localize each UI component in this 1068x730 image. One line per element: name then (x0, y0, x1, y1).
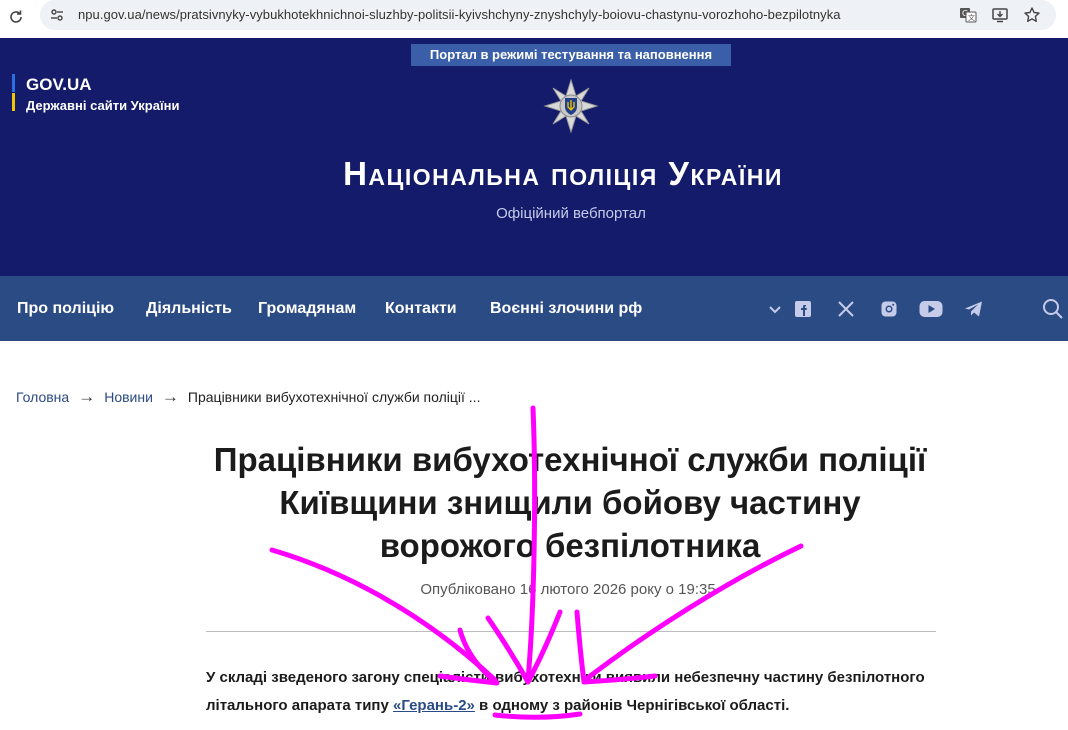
breadcrumb-news[interactable]: Новини (104, 389, 153, 405)
telegram-icon[interactable] (962, 297, 986, 321)
instagram-icon[interactable] (877, 297, 901, 321)
bookmark-star-icon[interactable] (1022, 5, 1042, 25)
reload-icon[interactable] (4, 5, 28, 29)
lead-text-end: в одному з районів Чернігівської області… (474, 697, 790, 714)
facebook-icon[interactable] (791, 297, 815, 321)
govua-flag-yellow (12, 93, 15, 111)
site-subtitle: Офіційний вебпортал (496, 205, 646, 222)
chevron-down-icon[interactable] (763, 297, 787, 321)
nav-item-citizens[interactable]: Громадянам (258, 300, 356, 318)
translate-icon[interactable]: G文 (958, 5, 978, 25)
address-bar[interactable]: npu.gov.ua/news/pratsivnyky-vybukhotekhn… (40, 0, 1056, 30)
url-text[interactable]: npu.gov.ua/news/pratsivnyky-vybukhotekhn… (78, 7, 841, 22)
govua-subtitle: Державні сайти України (26, 98, 180, 113)
svg-text:文: 文 (968, 13, 975, 22)
site-info-icon[interactable] (48, 6, 66, 24)
nav-item-about[interactable]: Про поліцію (17, 300, 114, 318)
testing-banner: Портал в режимі тестування та наповнення (411, 44, 731, 66)
browser-toolbar: npu.gov.ua/news/pratsivnyky-vybukhotekhn… (0, 0, 1068, 38)
govua-flag-blue (12, 74, 15, 92)
lead-highlight: «Герань-2» (392, 697, 475, 714)
install-icon[interactable] (990, 5, 1010, 25)
publish-date: Опубліковано 16 лютого 2026 року о 19:35 (420, 581, 716, 598)
nav-item-war-crimes[interactable]: Воєнні злочини рф (490, 300, 642, 318)
govua-title: GOV.UA (26, 75, 92, 94)
site-header: Портал в режимі тестування та наповнення… (0, 38, 1068, 276)
search-icon[interactable] (1041, 297, 1065, 321)
site-title: Національна поліція України (343, 155, 783, 192)
breadcrumb-home[interactable]: Головна (16, 389, 69, 405)
article-lead: У складі зведеного загону спеціалісти-ви… (206, 664, 926, 720)
nav-item-activity[interactable]: Діяльність (146, 300, 232, 318)
divider (206, 631, 936, 632)
breadcrumb-separator: → (78, 387, 96, 406)
breadcrumb-separator: → (161, 387, 179, 406)
breadcrumb-current: Працівники вибухотехнічної служби поліці… (187, 389, 481, 405)
main-navigation: Про поліцію Діяльність Громадянам Контак… (0, 276, 1068, 341)
breadcrumb: Головна → Новини → Працівники вибухотехн… (16, 387, 480, 407)
article-title: Працівники вибухотехнічної служби поліці… (213, 441, 927, 564)
youtube-icon[interactable] (919, 297, 943, 321)
police-emblem-logo[interactable] (543, 78, 599, 134)
arrow-left-diagonal (269, 547, 498, 683)
nav-item-contacts[interactable]: Контакти (385, 300, 457, 318)
x-icon[interactable] (834, 297, 858, 321)
